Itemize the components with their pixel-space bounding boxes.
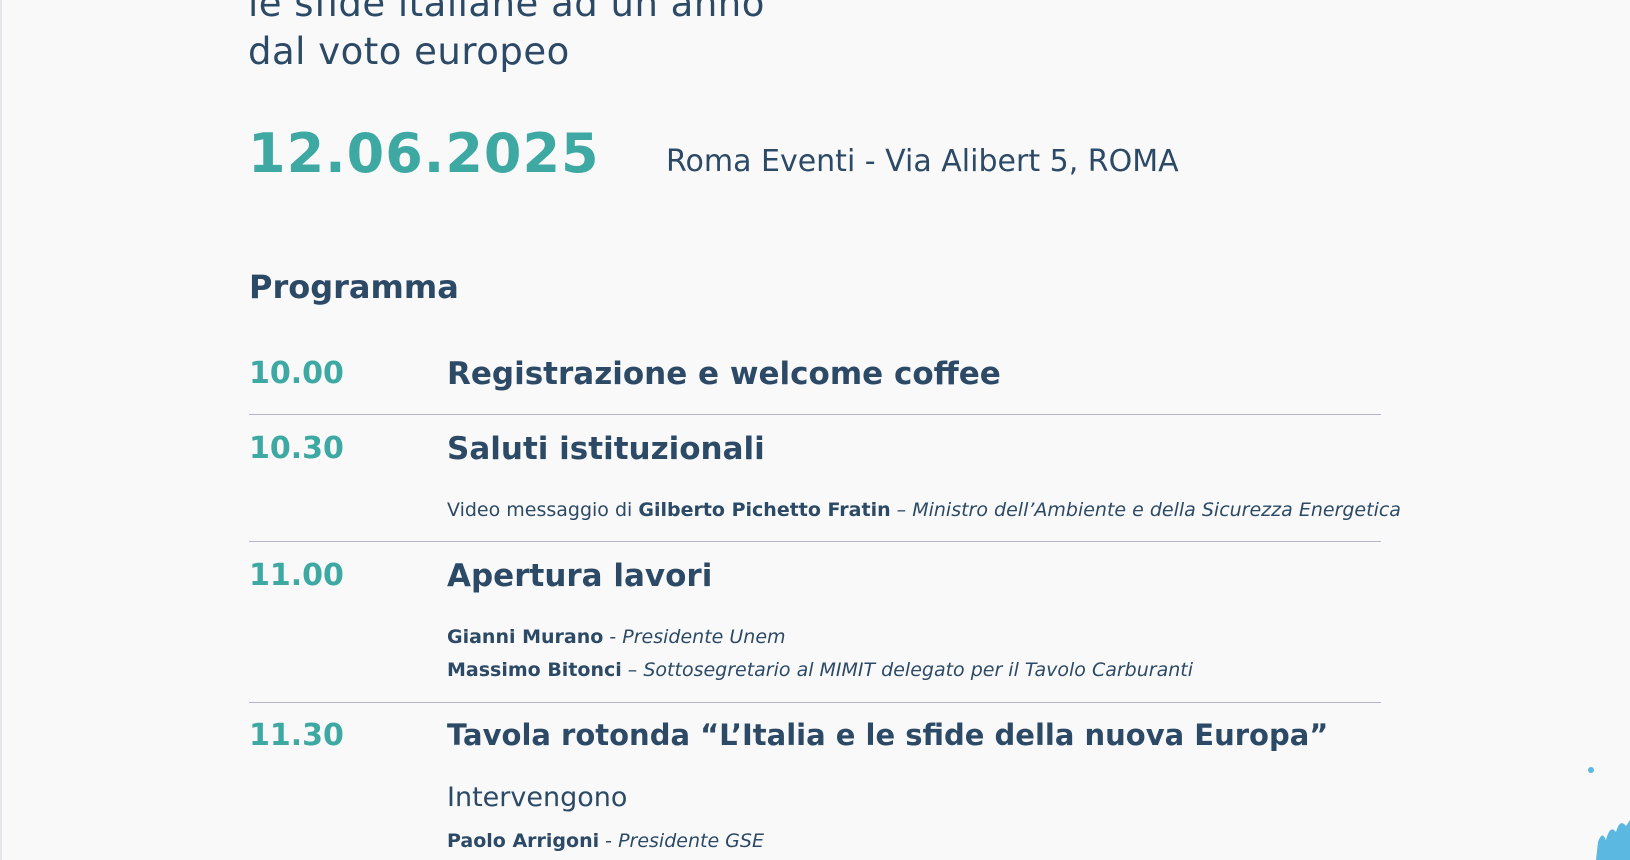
title-line-1: le sfide italiane ad un anno <box>248 0 765 25</box>
title-line-2: dal voto europeo <box>248 30 570 73</box>
program-time: 10.00 <box>249 356 344 391</box>
program-title: Tavola rotonda “L’Italia e le sfide dell… <box>447 718 1329 752</box>
speaker-role: Presidente GSE <box>618 830 764 852</box>
speaker-line: Video messaggio di Gilberto Pichetto Fra… <box>447 499 1401 521</box>
divider <box>249 541 1381 542</box>
speaker-separator: - <box>599 830 619 852</box>
paint-splash-decoration <box>1588 767 1630 860</box>
speaker-name: Gilberto Pichetto Fratin <box>638 499 891 521</box>
program-title: Apertura lavori <box>447 558 713 594</box>
program-title: Registrazione e welcome coffee <box>447 356 1001 392</box>
speaker-separator: – <box>621 659 644 681</box>
speaker-role: Ministro dell’Ambiente e della Sicurezza… <box>912 499 1401 521</box>
program-time: 11.30 <box>249 718 344 753</box>
speaker-name: Gianni Murano <box>447 626 604 648</box>
event-title: le sfide italiane ad un anno dal voto eu… <box>248 0 765 76</box>
speaker-prefix: Video messaggio di <box>447 499 639 521</box>
speaker-line: Gianni Murano - Presidente Unem <box>447 626 786 648</box>
speaker-line: Paolo Arrigoni - Presidente GSE <box>447 830 764 852</box>
divider <box>249 702 1381 703</box>
page-edge <box>0 0 2 860</box>
speaker-name: Massimo Bitonci <box>447 659 622 681</box>
divider <box>249 414 1381 415</box>
program-heading: Programma <box>249 268 459 306</box>
speaker-role: Sottosegretario al MIMIT delegato per il… <box>643 659 1194 681</box>
event-date: 12.06.2025 <box>248 122 600 185</box>
speakers-intro: Intervengono <box>447 782 628 813</box>
program-time: 10.30 <box>249 431 344 466</box>
program-time: 11.00 <box>249 558 344 593</box>
speaker-separator: - <box>603 626 623 648</box>
speaker-role: Presidente Unem <box>622 626 786 648</box>
speaker-separator: – <box>890 499 913 521</box>
speaker-line: Massimo Bitonci – Sottosegretario al MIM… <box>447 659 1193 681</box>
program-title: Saluti istituzionali <box>447 431 765 467</box>
speaker-name: Paolo Arrigoni <box>447 830 600 852</box>
event-venue: Roma Eventi - Via Alibert 5, ROMA <box>666 144 1179 179</box>
